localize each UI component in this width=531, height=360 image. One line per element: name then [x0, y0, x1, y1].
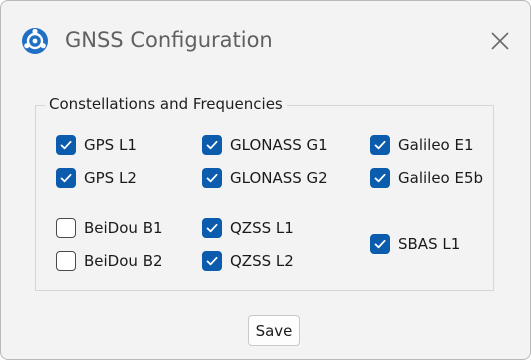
checkbox-label: QZSS L1 — [230, 219, 294, 237]
checkbox-label: BeiDou B1 — [84, 219, 163, 237]
window-title: GNSS Configuration — [65, 28, 273, 52]
checkbox-box[interactable] — [56, 135, 76, 155]
save-button[interactable]: Save — [248, 315, 300, 346]
checkmark-icon — [206, 140, 218, 150]
checkbox-galileo-e5b[interactable]: Galileo E5b — [370, 167, 483, 189]
checkmark-icon — [374, 239, 386, 249]
checkbox-box[interactable] — [56, 168, 76, 188]
groupbox-title: Constellations and Frequencies — [45, 95, 287, 113]
checkmark-icon — [206, 223, 218, 233]
checkbox-label: GLONASS G1 — [230, 136, 328, 154]
title-bar[interactable]: GNSS Configuration — [1, 1, 530, 79]
checkbox-qzss-l1[interactable]: QZSS L1 — [202, 217, 294, 239]
checkbox-box[interactable] — [202, 168, 222, 188]
app-icon — [21, 27, 49, 55]
checkbox-glonass-g2[interactable]: GLONASS G2 — [202, 167, 328, 189]
close-button[interactable] — [485, 26, 515, 56]
checkbox-qzss-l2[interactable]: QZSS L2 — [202, 250, 294, 272]
checkbox-label: GPS L2 — [84, 169, 137, 187]
checkmark-icon — [206, 173, 218, 183]
checkbox-glonass-g1[interactable]: GLONASS G1 — [202, 134, 328, 156]
checkbox-label: BeiDou B2 — [84, 252, 163, 270]
checkbox-box[interactable] — [370, 234, 390, 254]
checkbox-box[interactable] — [202, 218, 222, 238]
checkbox-box[interactable] — [370, 168, 390, 188]
gnss-configuration-dialog: GNSS Configuration Constellations and Fr… — [0, 0, 531, 360]
checkbox-label: Galileo E1 — [398, 136, 474, 154]
checkbox-label: GPS L1 — [84, 136, 137, 154]
checkbox-label: SBAS L1 — [398, 235, 461, 253]
checkbox-galileo-e1[interactable]: Galileo E1 — [370, 134, 474, 156]
checkbox-box[interactable] — [370, 135, 390, 155]
checkbox-box[interactable] — [202, 251, 222, 271]
checkbox-box[interactable] — [56, 251, 76, 271]
checkbox-gps-l1[interactable]: GPS L1 — [56, 134, 137, 156]
close-icon — [491, 32, 509, 50]
checkbox-label: QZSS L2 — [230, 252, 294, 270]
checkbox-label: GLONASS G2 — [230, 169, 328, 187]
checkbox-box[interactable] — [202, 135, 222, 155]
checkbox-box[interactable] — [56, 218, 76, 238]
checkmark-icon — [60, 173, 72, 183]
checkmark-icon — [60, 140, 72, 150]
checkmark-icon — [374, 140, 386, 150]
checkbox-beidou-b2[interactable]: BeiDou B2 — [56, 250, 163, 272]
checkbox-beidou-b1[interactable]: BeiDou B1 — [56, 217, 163, 239]
checkbox-gps-l2[interactable]: GPS L2 — [56, 167, 137, 189]
checkmark-icon — [206, 256, 218, 266]
checkbox-label: Galileo E5b — [398, 169, 484, 187]
checkmark-icon — [374, 173, 386, 183]
checkbox-sbas-l1[interactable]: SBAS L1 — [370, 233, 460, 255]
